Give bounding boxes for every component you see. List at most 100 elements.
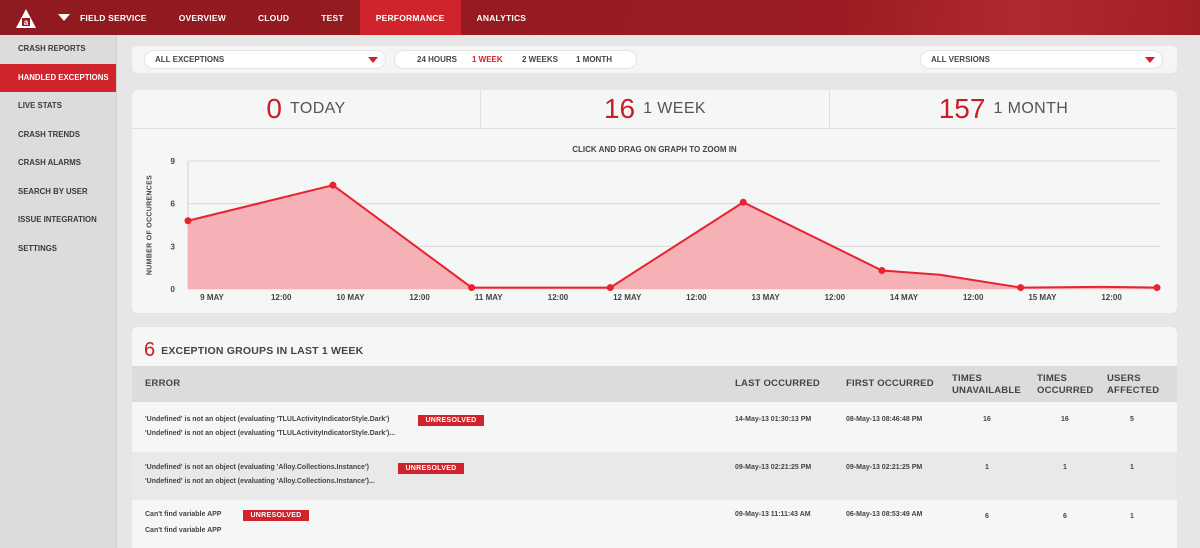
x-tick-label: 12:00	[1101, 293, 1122, 302]
x-tick-label: 12:00	[686, 293, 707, 302]
column-header-times-unavailable-line1: TIMES	[952, 373, 983, 384]
nav-analytics[interactable]: ANALYTICS	[461, 0, 543, 35]
data-point	[878, 267, 886, 275]
nav-field-service[interactable]: FIELD SERVICE	[64, 0, 163, 35]
column-header-last-occurred[interactable]: LAST OCCURRED	[735, 378, 820, 390]
column-header-first-occurred[interactable]: FIRST OCCURRED	[846, 378, 934, 390]
x-tick-label: 12:00	[548, 293, 569, 302]
x-tick-label: 12:00	[963, 293, 984, 302]
status-badge: UNRESOLVED	[418, 415, 484, 426]
data-point	[739, 198, 747, 206]
last-occurred: 09-May-13 11:11:43 AM	[735, 511, 811, 518]
sidebar-item-crash-reports[interactable]: CRASH REPORTS	[0, 35, 116, 64]
x-tick-label: 12:00	[271, 293, 292, 302]
versions-select-value: ALL VERSIONS	[931, 55, 990, 64]
x-tick-label: 11 MAY	[475, 293, 503, 302]
times-occurred: 6	[1063, 513, 1067, 520]
data-point	[1017, 284, 1025, 292]
range-24-hours[interactable]: 24 HOURS	[417, 51, 457, 68]
stats-card: 0 TODAY 16 1 WEEK 157 1 MONTH CLICK AND …	[132, 90, 1177, 313]
range-2-weeks[interactable]: 2 WEEKS	[522, 51, 558, 68]
sidebar-item-issue-integration[interactable]: ISSUE INTEGRATION	[0, 206, 116, 235]
column-header-times-occurred[interactable]: TIMES OCCURRED	[1037, 373, 1094, 397]
y-tick-label: 9	[171, 157, 176, 166]
error-detail: 'Undefined' is not an object (evaluating…	[145, 430, 396, 437]
table-row[interactable]: 'Undefined' is not an object (evaluating…	[132, 402, 1177, 450]
range-1-month[interactable]: 1 MONTH	[576, 51, 612, 68]
occurrences-area-chart[interactable]: 0 3 6 9 9 MAY 12:00 10 MAY 12:00 11 MAY 12:00 12 M…	[132, 90, 1177, 313]
exceptions-select[interactable]: ALL EXCEPTIONS	[144, 50, 386, 69]
error-detail: 'Undefined' is not an object (evaluating…	[145, 478, 375, 485]
time-range-group: 24 HOURS 1 WEEK 2 WEEKS 1 MONTH	[394, 50, 637, 69]
app-logo-icon[interactable]: a	[15, 8, 37, 30]
x-tick-label: 12:00	[409, 293, 430, 302]
column-header-times-unavailable-line2: UNAVAILABLE	[952, 385, 1021, 396]
times-occurred: 16	[1061, 416, 1069, 423]
table-row[interactable]: 'Undefined' is not an object (evaluating…	[132, 452, 1177, 500]
sidebar-item-live-stats[interactable]: LIVE STATS	[0, 92, 116, 121]
filter-bar: ALL EXCEPTIONS 24 HOURS 1 WEEK 2 WEEKS 1…	[132, 46, 1177, 73]
range-1-week[interactable]: 1 WEEK	[472, 51, 503, 68]
column-header-users-affected[interactable]: USERS AFFECTED	[1107, 373, 1159, 397]
status-badge: UNRESOLVED	[398, 463, 464, 474]
versions-select[interactable]: ALL VERSIONS	[920, 50, 1163, 69]
nav-test[interactable]: TEST	[305, 0, 360, 35]
error-title: Can't find variable APP	[145, 511, 222, 518]
users-affected: 1	[1130, 464, 1134, 471]
nav-overview[interactable]: OVERVIEW	[163, 0, 242, 35]
users-affected: 5	[1130, 416, 1134, 423]
data-point	[1153, 284, 1161, 292]
first-occurred: 06-May-13 08:53:49 AM	[846, 511, 923, 518]
exceptions-count: 6	[144, 339, 156, 361]
exceptions-heading: 6 EXCEPTION GROUPS IN LAST 1 WEEK	[144, 339, 363, 362]
exceptions-select-value: ALL EXCEPTIONS	[155, 55, 225, 64]
last-occurred: 14-May-13 01:30:13 PM	[735, 416, 812, 423]
sidebar-item-settings[interactable]: SETTINGS	[0, 235, 116, 264]
times-unavailable: 1	[985, 464, 989, 471]
y-tick-label: 0	[171, 285, 176, 294]
first-occurred: 08-May-13 08:46:48 PM	[846, 416, 923, 423]
y-tick-label: 3	[171, 242, 176, 251]
column-header-users-affected-line2: AFFECTED	[1107, 385, 1160, 396]
users-affected: 1	[1130, 513, 1134, 520]
sidebar-item-handled-exceptions[interactable]: HANDLED EXCEPTIONS	[0, 63, 116, 92]
exceptions-card: 6 EXCEPTION GROUPS IN LAST 1 WEEK ERROR …	[132, 327, 1177, 548]
column-header-users-affected-line1: USERS	[1107, 373, 1141, 384]
x-tick-label: 15 MAY	[1028, 293, 1057, 302]
times-unavailable: 16	[983, 416, 991, 423]
sidebar-item-search-by-user[interactable]: SEARCH BY USER	[0, 178, 116, 207]
last-occurred: 09-May-13 02:21:25 PM	[735, 464, 812, 471]
data-point	[184, 217, 192, 225]
data-point	[606, 284, 614, 292]
first-occurred: 09-May-13 02:21:25 PM	[846, 464, 923, 471]
column-header-error[interactable]: ERROR	[145, 378, 180, 390]
area-fill	[188, 185, 1157, 289]
error-title: 'Undefined' is not an object (evaluating…	[145, 464, 369, 471]
chevron-down-icon	[1145, 57, 1155, 63]
top-navigation-bar: a FIELD SERVICE OVERVIEW CLOUD TEST PERFORMA…	[0, 0, 1200, 35]
svg-text:a: a	[24, 18, 29, 27]
chevron-down-icon	[368, 57, 378, 63]
nav-cloud[interactable]: CLOUD	[242, 0, 305, 35]
x-tick-label: 10 MAY	[336, 293, 365, 302]
x-tick-label: 12:00	[825, 293, 846, 302]
data-point	[468, 284, 476, 292]
x-tick-label: 14 MAY	[890, 293, 919, 302]
x-tick-label: 12 MAY	[613, 293, 642, 302]
sidebar: CRASH REPORTS HANDLED EXCEPTIONS LIVE STAT…	[0, 35, 117, 548]
y-tick-label: 6	[171, 200, 176, 209]
error-title: 'Undefined' is not an object (evaluating…	[145, 416, 390, 423]
column-header-times-occurred-line2: OCCURRED	[1037, 385, 1094, 396]
sidebar-item-crash-alarms[interactable]: CRASH ALARMS	[0, 149, 116, 178]
column-header-times-unavailable[interactable]: TIMES UNAVAILABLE	[952, 373, 1021, 397]
error-detail: Can't find variable APP	[145, 527, 222, 534]
exceptions-title: EXCEPTION GROUPS IN LAST 1 WEEK	[161, 344, 364, 357]
x-tick-label: 9 MAY	[200, 293, 224, 302]
sidebar-item-crash-trends[interactable]: CRASH TRENDS	[0, 121, 116, 150]
x-tick-label: 13 MAY	[752, 293, 781, 302]
table-row[interactable]: Can't find variable APP UNRESOLVED Can't…	[132, 500, 1177, 548]
status-badge: UNRESOLVED	[243, 510, 309, 521]
times-unavailable: 6	[985, 513, 989, 520]
nav-performance[interactable]: PERFORMANCE	[359, 0, 461, 35]
times-occurred: 1	[1063, 464, 1067, 471]
